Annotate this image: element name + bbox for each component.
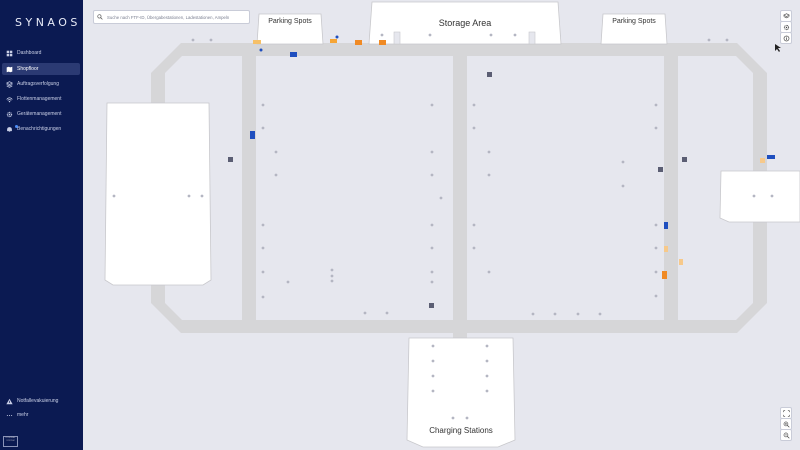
aisle-vertical-3 bbox=[664, 56, 678, 320]
vehicle-blue bbox=[664, 222, 668, 229]
sidebar-item-label: mehr bbox=[17, 412, 29, 418]
sidebar-item-fleet[interactable]: Flottenmanagement bbox=[2, 93, 80, 105]
vehicle-orange bbox=[253, 40, 261, 44]
sidebar-item-more[interactable]: mehr bbox=[2, 409, 80, 421]
system-badge: INTERNAL SYSTEM bbox=[3, 436, 18, 447]
mouse-cursor-icon bbox=[775, 44, 781, 52]
vehicle-blue bbox=[250, 131, 255, 139]
more-icon bbox=[6, 412, 13, 419]
sidebar-item-orders[interactable]: Auftragsverfolgung bbox=[2, 78, 80, 90]
shopfloor-map[interactable]: Parking Spots Storage Area Parking Spots… bbox=[83, 0, 800, 450]
sidebar-item-label: Shopfloor bbox=[17, 66, 39, 72]
aisle-connector bbox=[453, 320, 467, 340]
bell-icon bbox=[6, 124, 18, 133]
warning-icon bbox=[6, 398, 13, 405]
gear-icon bbox=[783, 24, 789, 30]
sidebar-item-shopfloor[interactable]: Shopfloor bbox=[2, 63, 80, 75]
zones bbox=[104, 1, 800, 448]
notification-badge bbox=[15, 124, 18, 128]
vehicle-light bbox=[664, 246, 668, 252]
aisle-vertical-1 bbox=[242, 56, 256, 320]
aisles bbox=[151, 43, 767, 340]
sidebar-item-evacuation[interactable]: Notfallevakuierung bbox=[2, 395, 80, 407]
app-logo: SYNAOS bbox=[15, 16, 81, 29]
vehicle-orange bbox=[379, 40, 386, 45]
sidebar-item-label: Benachrichtigungen bbox=[17, 126, 62, 132]
vehicles bbox=[250, 35, 775, 279]
left-zone bbox=[104, 102, 212, 286]
search-placeholder: Suche nach FTF-ID, Übergabestationen, La… bbox=[107, 14, 230, 20]
sidebar-item-dashboard[interactable]: Dashboard bbox=[2, 47, 80, 59]
sidebar: SYNAOS Dashboard Shopfloor Auftragsverfo… bbox=[0, 0, 83, 450]
layers-icon bbox=[782, 12, 790, 18]
sidebar-item-label: Dashboard bbox=[17, 50, 42, 56]
sidebar-item-label: Auftragsverfolgung bbox=[17, 81, 59, 87]
fleet-icon bbox=[6, 96, 13, 103]
charging-stations-label: Charging Stations bbox=[429, 426, 493, 435]
vehicle-orange bbox=[330, 39, 337, 43]
map-icon bbox=[6, 66, 13, 73]
dashboard-icon bbox=[6, 50, 13, 57]
gear-icon bbox=[6, 111, 13, 118]
sidebar-item-label: Notfallevakuierung bbox=[17, 398, 59, 404]
sidebar-item-notifications[interactable]: Benachrichtigungen bbox=[2, 123, 80, 135]
info-icon bbox=[783, 35, 789, 41]
sidebar-item-label: Flottenmanagement bbox=[17, 96, 62, 102]
storage-area-label: Storage Area bbox=[439, 18, 492, 28]
vehicle-orange bbox=[355, 40, 362, 45]
search-icon bbox=[97, 14, 103, 20]
zoom-in-icon bbox=[783, 421, 790, 428]
vehicle-light bbox=[760, 158, 765, 163]
vehicle-blue bbox=[767, 155, 775, 159]
zoom-out-button[interactable] bbox=[780, 429, 792, 441]
zoom-out-icon bbox=[783, 432, 790, 439]
orders-icon bbox=[6, 80, 13, 88]
search-input[interactable]: Suche nach FTF-ID, Übergabestationen, La… bbox=[93, 10, 250, 24]
parking-left-label: Parking Spots bbox=[268, 18, 312, 25]
parking-right-label: Parking Spots bbox=[612, 18, 656, 25]
right-zone bbox=[719, 170, 800, 223]
vehicle-orange bbox=[662, 271, 667, 279]
vehicle-light bbox=[679, 259, 683, 265]
sidebar-item-devices[interactable]: Gerätemanagement bbox=[2, 108, 80, 120]
vehicle-blue bbox=[290, 52, 297, 57]
fullscreen-icon bbox=[782, 409, 790, 417]
aisle-vertical-2 bbox=[453, 56, 467, 320]
sidebar-item-label: Gerätemanagement bbox=[17, 111, 62, 117]
info-button[interactable] bbox=[780, 32, 792, 44]
